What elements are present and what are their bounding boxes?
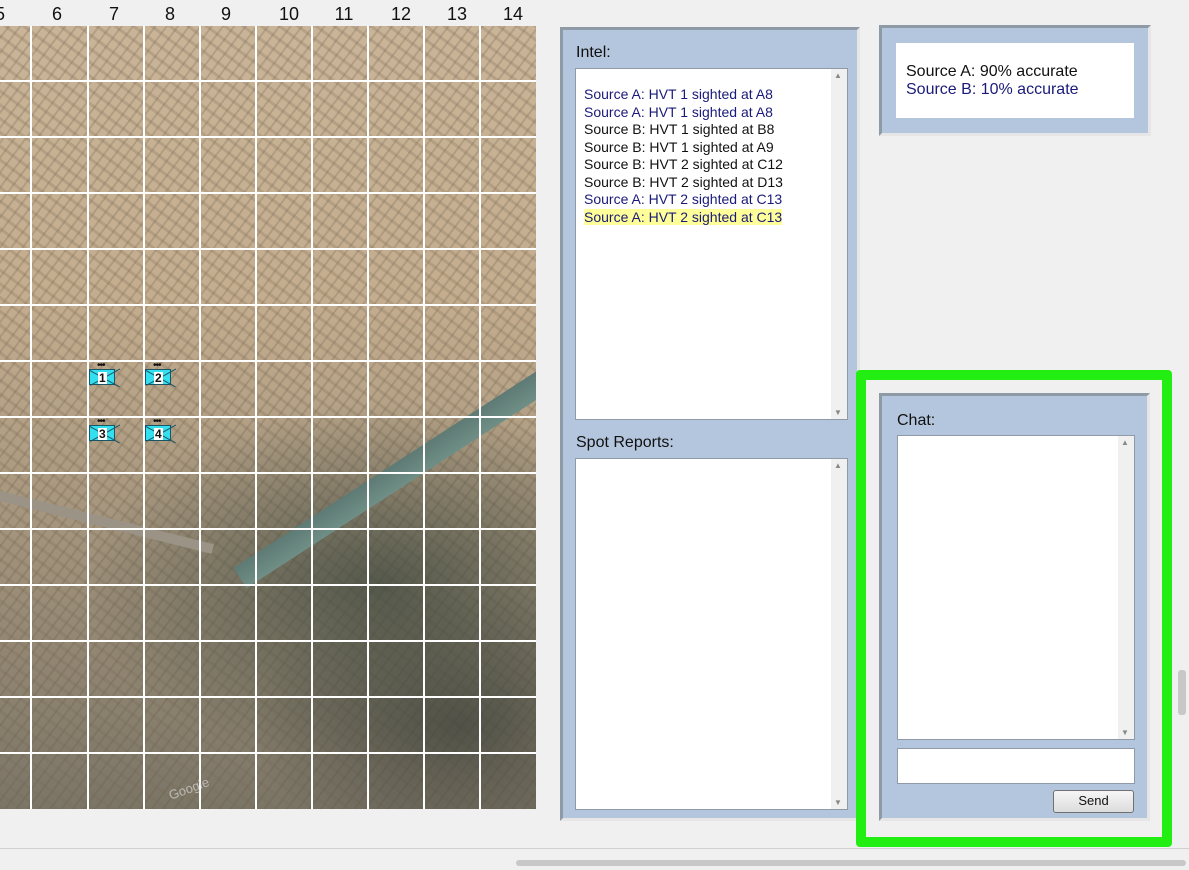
scroll-up-icon[interactable]: ▲ bbox=[1121, 438, 1129, 447]
source-accuracy-box: Source A: 90% accurate Source B: 10% acc… bbox=[896, 43, 1134, 118]
intel-scrollbar[interactable]: ▲ ▼ bbox=[831, 69, 847, 419]
street bbox=[0, 486, 215, 554]
intel-entry-text: Source B: HVT 2 sighted at C12 bbox=[584, 156, 783, 172]
intel-label: Intel: bbox=[576, 44, 611, 61]
unit-number: 2 bbox=[154, 371, 163, 385]
grid-line bbox=[0, 248, 536, 250]
friendly-unit-icon[interactable]: ••• 1 bbox=[89, 361, 115, 385]
chat-message-input[interactable] bbox=[897, 748, 1135, 784]
intel-entry-text: Source B: HVT 1 sighted at B8 bbox=[584, 121, 775, 137]
scroll-up-icon[interactable]: ▲ bbox=[834, 461, 842, 470]
scroll-down-icon[interactable]: ▼ bbox=[834, 798, 842, 807]
grid-line bbox=[0, 528, 536, 530]
chat-scrollbar[interactable]: ▲ ▼ bbox=[1118, 436, 1134, 739]
grid-line bbox=[0, 416, 536, 418]
friendly-unit-icon[interactable]: ••• 2 bbox=[145, 361, 171, 385]
unit-number: 4 bbox=[154, 427, 163, 441]
column-header: 10 bbox=[278, 4, 300, 24]
grid-line bbox=[0, 472, 536, 474]
grid-line bbox=[0, 752, 536, 754]
intel-list[interactable]: Source A: HVT 1 sighted at A8 Source A: H… bbox=[575, 68, 848, 420]
column-header: 13 bbox=[446, 4, 468, 24]
intel-entry[interactable]: Source B: HVT 1 sighted at A9 bbox=[576, 139, 847, 157]
satellite-map-grid[interactable]: ••• 1 ••• 2 ••• 3 ••• 4 Google bbox=[0, 26, 536, 809]
unit-echelon-icon: ••• bbox=[153, 360, 161, 371]
intel-entry[interactable]: Source A: HVT 2 sighted at C13 bbox=[576, 208, 847, 227]
chat-label: Chat: bbox=[897, 412, 936, 429]
intel-reports-panel: Intel: Source A: HVT 1 sighted at A8 Sour… bbox=[560, 27, 860, 821]
scroll-down-icon[interactable]: ▼ bbox=[834, 408, 842, 417]
source-b-accuracy: Source B: 10% accurate bbox=[906, 81, 1079, 98]
horizontal-scrollbar[interactable] bbox=[516, 860, 1186, 866]
intel-entry-text: Source A: HVT 2 sighted at C13 bbox=[584, 208, 783, 225]
intel-entry-text: Source A: HVT 1 sighted at A8 bbox=[584, 86, 773, 102]
grid-line bbox=[0, 304, 536, 306]
source-a-accuracy: Source A: 90% accurate bbox=[906, 63, 1078, 80]
grid-line bbox=[0, 640, 536, 642]
unit-number: 3 bbox=[98, 427, 107, 441]
column-header: 5 bbox=[0, 0, 10, 26]
intel-entry[interactable]: Source A: HVT 1 sighted at A8 bbox=[576, 86, 847, 104]
column-header: 12 bbox=[390, 4, 412, 24]
unit-echelon-icon: ••• bbox=[97, 416, 105, 427]
intel-entry[interactable]: Source A: HVT 1 sighted at A8 bbox=[576, 104, 847, 122]
column-header: 7 bbox=[108, 4, 119, 24]
intel-entry-text: Source B: HVT 1 sighted at A9 bbox=[584, 138, 774, 155]
grid-line bbox=[0, 192, 536, 194]
grid-line bbox=[0, 696, 536, 698]
scroll-down-icon[interactable]: ▼ bbox=[1121, 728, 1129, 737]
intel-entry[interactable]: Source B: HVT 2 sighted at C12 bbox=[576, 156, 847, 174]
vertical-scrollbar[interactable] bbox=[1178, 670, 1186, 715]
status-strip bbox=[0, 848, 1189, 870]
scroll-up-icon[interactable]: ▲ bbox=[834, 71, 842, 80]
column-header: 11 bbox=[334, 4, 354, 24]
grid-line bbox=[0, 584, 536, 586]
friendly-unit-icon[interactable]: ••• 4 bbox=[145, 417, 171, 441]
column-header: 14 bbox=[502, 4, 524, 24]
intel-entries: Source A: HVT 1 sighted at A8 Source A: H… bbox=[576, 69, 847, 226]
spot-reports-label: Spot Reports: bbox=[576, 434, 674, 451]
column-header: 9 bbox=[220, 4, 231, 24]
intel-entry[interactable]: Source B: HVT 1 sighted at B8 bbox=[576, 121, 847, 139]
spot-reports-list[interactable]: ▲ ▼ bbox=[575, 458, 848, 810]
intel-entry[interactable]: Source A: HVT 2 sighted at C13 bbox=[576, 191, 847, 209]
chat-panel: Chat: ▲ ▼ Send bbox=[879, 393, 1150, 821]
column-header: 8 bbox=[164, 4, 175, 24]
unit-echelon-icon: ••• bbox=[153, 416, 161, 427]
intel-entry-text: Source A: HVT 2 sighted at C13 bbox=[584, 191, 783, 207]
intel-entry-text: Source A: HVT 1 sighted at A8 bbox=[584, 103, 773, 120]
unit-number: 1 bbox=[98, 371, 107, 385]
spot-reports-scrollbar[interactable]: ▲ ▼ bbox=[831, 459, 847, 809]
send-button[interactable]: Send bbox=[1053, 790, 1134, 813]
unit-echelon-icon: ••• bbox=[97, 360, 105, 371]
map-watermark: Google bbox=[166, 774, 212, 803]
chat-history[interactable]: ▲ ▼ bbox=[897, 435, 1135, 740]
column-header: 6 bbox=[51, 4, 62, 24]
friendly-unit-icon[interactable]: ••• 3 bbox=[89, 417, 115, 441]
intel-entry-text: Source B: HVT 2 sighted at D13 bbox=[584, 173, 783, 190]
intel-entry[interactable]: Source B: HVT 2 sighted at D13 bbox=[576, 174, 847, 192]
canal-road bbox=[233, 339, 536, 589]
grid-line bbox=[0, 80, 536, 82]
grid-line bbox=[0, 136, 536, 138]
grid-line bbox=[0, 360, 536, 362]
